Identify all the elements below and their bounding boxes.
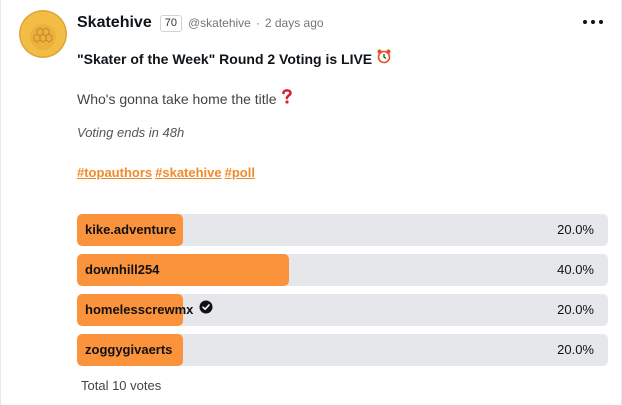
poll-option-label: kike.adventure <box>85 222 177 237</box>
poll-option-percent: 40.0% <box>557 262 594 277</box>
separator: · <box>255 16 260 30</box>
post-question-text: Who's gonna take home the title <box>77 91 277 107</box>
post-question: Who's gonna take home the title <box>77 88 607 110</box>
poll: kike.adventure 20.0% downhill254 40.0% h… <box>77 214 608 374</box>
red-question-mark-icon <box>281 88 293 110</box>
alarm-clock-icon <box>376 48 392 70</box>
more-horizontal-icon <box>583 20 587 24</box>
hashtag-link[interactable]: #skatehive <box>155 165 222 180</box>
hashtag-link[interactable]: #topauthors <box>77 165 152 180</box>
avatar[interactable] <box>19 10 67 58</box>
poll-option-percent: 20.0% <box>557 222 594 237</box>
post-title-text: "Skater of the Week" Round 2 Voting is L… <box>77 51 373 67</box>
more-horizontal-icon-dot <box>599 20 603 24</box>
poll-total-votes: Total 10 votes <box>81 378 162 393</box>
author-name[interactable]: Skatehive <box>77 14 152 32</box>
poll-option-label: homelesscrewmx <box>85 302 194 317</box>
poll-option-label: zoggygivaerts <box>85 342 173 357</box>
post-card: Skatehive 70 @skatehive · 2 days ago "Sk… <box>0 0 622 405</box>
post-title: "Skater of the Week" Round 2 Voting is L… <box>77 48 607 70</box>
author-handle[interactable]: @skatehive <box>188 16 251 30</box>
poll-option-label: downhill254 <box>85 262 160 277</box>
post-timestamp: 2 days ago <box>264 16 324 30</box>
poll-option[interactable]: kike.adventure 20.0% <box>77 214 608 246</box>
voting-deadline-note: Voting ends in 48h <box>77 125 185 140</box>
hive-logo-icon <box>19 10 67 58</box>
hashtag-link[interactable]: #poll <box>225 165 255 180</box>
poll-option[interactable]: zoggygivaerts 20.0% <box>77 334 608 366</box>
more-horizontal-icon-dot <box>591 20 595 24</box>
poll-option-percent: 20.0% <box>557 342 594 357</box>
poll-option[interactable]: homelesscrewmx 20.0% <box>77 294 608 326</box>
hashtag-list: #topauthors #skatehive #poll <box>77 163 607 183</box>
post-body: "Skater of the Week" Round 2 Voting is L… <box>77 48 607 183</box>
verified-check-icon <box>199 294 213 326</box>
more-options-button[interactable] <box>583 14 603 30</box>
post-header: Skatehive 70 @skatehive · 2 days ago <box>77 12 324 34</box>
poll-option[interactable]: downhill254 40.0% <box>77 254 608 286</box>
poll-option-percent: 20.0% <box>557 302 594 317</box>
reputation-badge: 70 <box>159 14 182 32</box>
